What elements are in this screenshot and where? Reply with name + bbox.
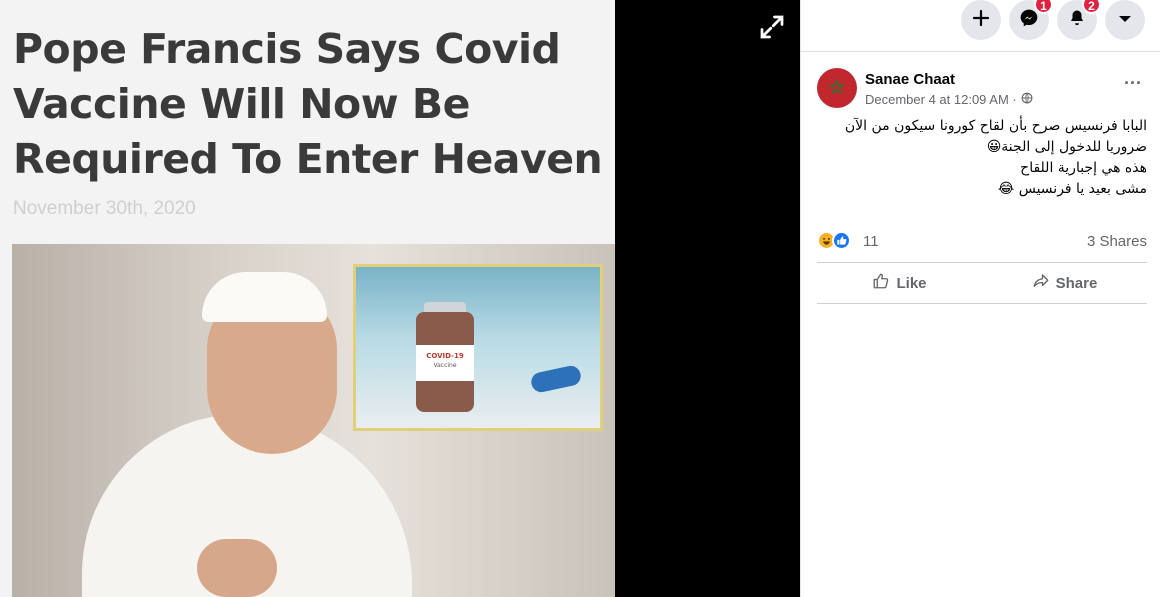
reactions-bar: 11 3 Shares [817,230,1147,252]
share-label: Share [1055,274,1098,292]
post-header: Sanae Chaat December 4 at 12:09 AM · ··· [817,68,1147,112]
vial-label-sub: Vaccine [433,362,457,369]
like-label: Like [896,274,927,292]
cap-shape [202,272,327,322]
post-meta: December 4 at 12:09 AM · [865,92,1033,107]
bell-icon [1068,9,1086,32]
expand-icon[interactable] [757,12,787,42]
plus-icon [972,9,990,32]
post-panel: 1 2 Sanae Chaat December 4 at 12:09 AM · [800,0,1160,597]
post-text-line: مشى بعيد يا فرنسيس 😂 [997,181,1147,197]
post-timestamp[interactable]: December 4 at 12:09 AM · [865,92,1017,107]
author-name[interactable]: Sanae Chaat [865,71,955,88]
reaction-count[interactable]: 11 [863,233,879,250]
post-text-line: هذه هي إجبارية اللقاح [1020,160,1147,176]
messenger-button[interactable]: 1 [1009,0,1053,40]
media-viewer: Pope Francis Says Covid Vaccine Will Now… [0,0,800,597]
share-button[interactable]: Share [982,263,1147,303]
vaccine-inset-image: COVID-19 Vaccine [353,264,603,431]
vial-label: COVID-19 Vaccine [416,345,474,381]
post-photo[interactable]: Pope Francis Says Covid Vaccine Will Now… [0,0,615,597]
avatar[interactable] [817,68,857,108]
flag-star-icon [828,77,846,99]
like-button[interactable]: Like [817,263,982,303]
more-options-icon[interactable]: ··· [1119,74,1147,96]
photo-date: November 30th, 2020 [13,198,196,219]
post-text-line: البابا فرنسيس صرح بأن لقاح كورونا سيكون … [844,118,1147,134]
like-reaction-icon [832,231,851,250]
messenger-badge: 1 [1034,0,1053,14]
account-menu-button[interactable] [1105,0,1145,40]
create-button[interactable] [961,0,1001,40]
share-arrow-icon [1032,272,1050,294]
thumbs-up-icon [872,272,890,294]
post-text-line: ضروريا للدخول إلى الجنة😀 [986,139,1147,155]
post-actions: Like Share [817,262,1147,304]
vial-label-title: COVID-19 [426,352,464,360]
notifications-button[interactable]: 2 [1057,0,1101,40]
post-text: البابا فرنسيس صرح بأن لقاح كورونا سيكون … [817,116,1147,200]
photo-scene: COVID-19 Vaccine [12,244,615,597]
hand-shape [197,539,277,597]
globe-icon [1021,92,1033,107]
caret-down-icon [1118,11,1132,29]
notifications-badge: 2 [1082,0,1101,14]
photo-headline: Pope Francis Says Covid Vaccine Will Now… [13,25,603,183]
top-navigation: 1 2 [801,0,1160,52]
syringe-shape [529,364,583,394]
reaction-icons[interactable] [817,231,859,251]
shares-count[interactable]: 3 Shares [1087,233,1147,250]
